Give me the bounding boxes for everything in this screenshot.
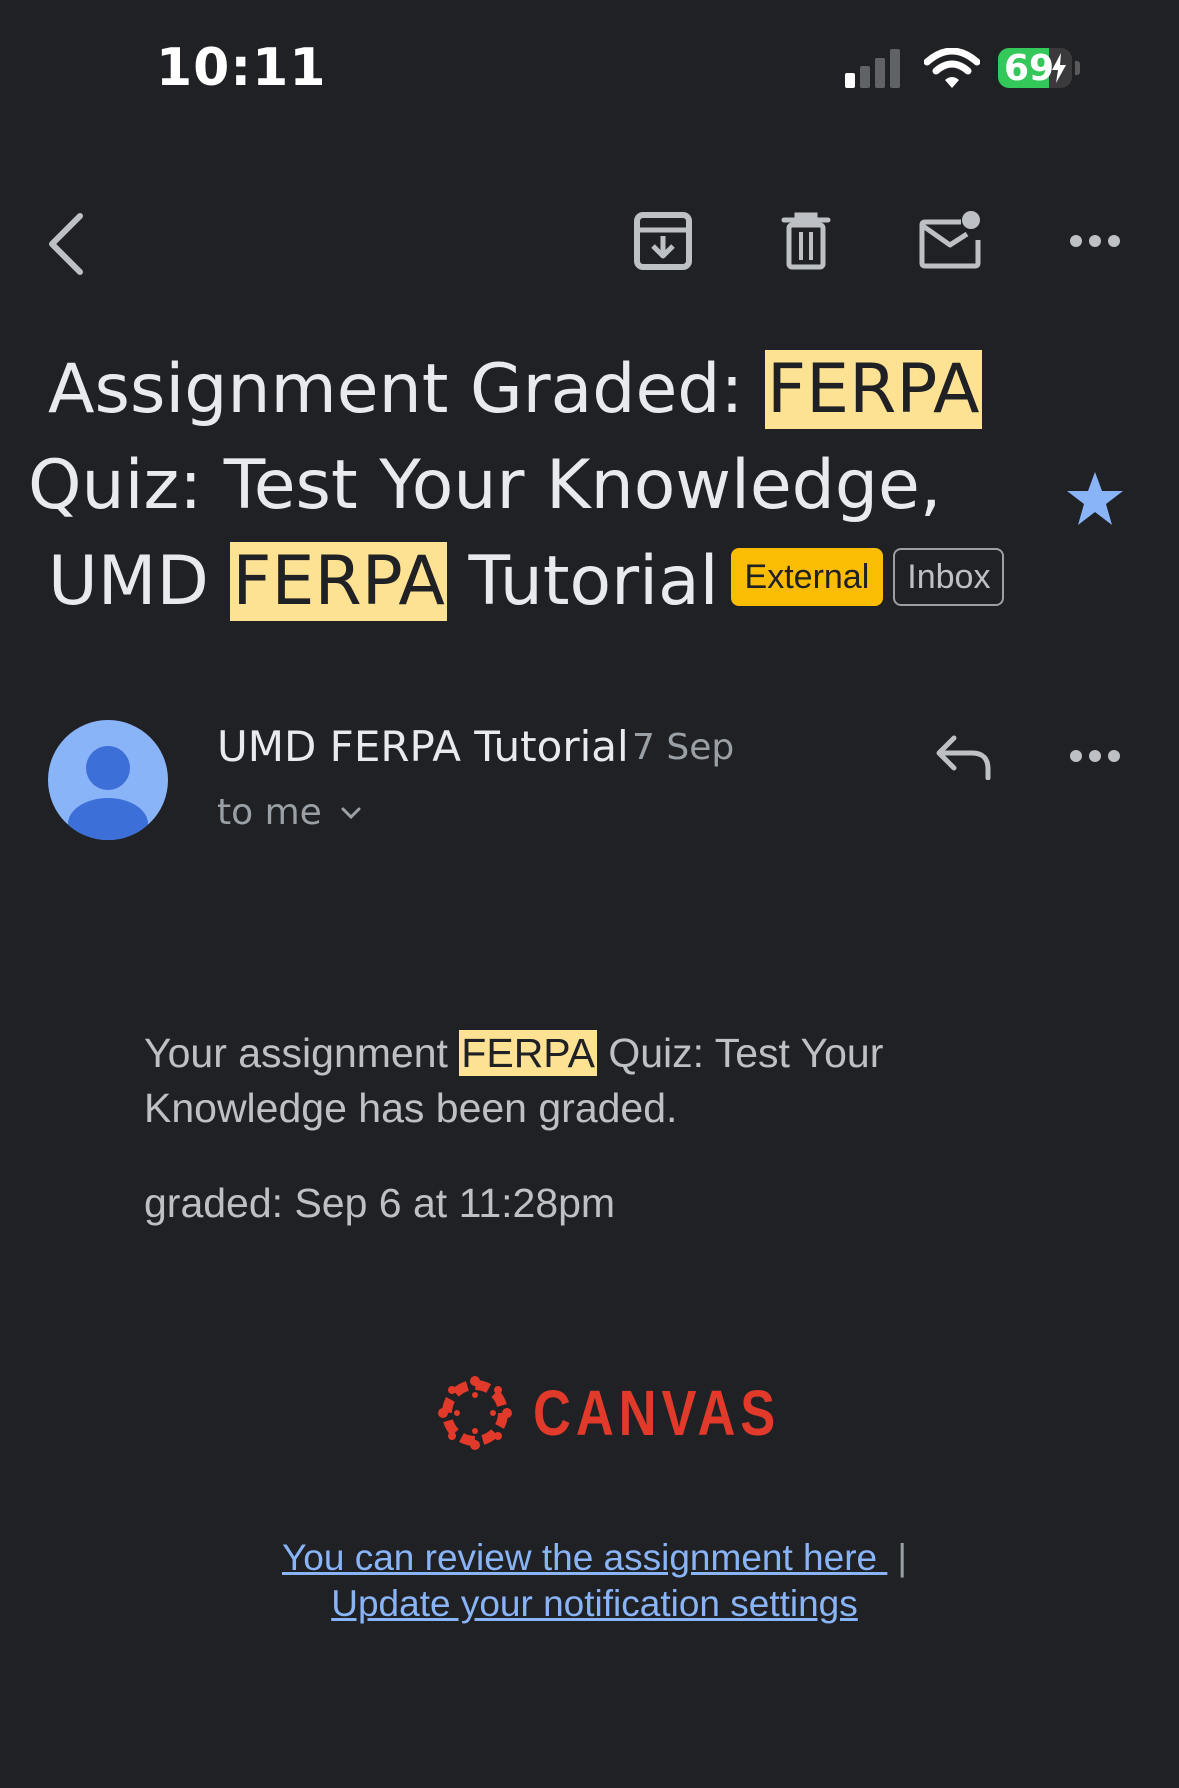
- message-more-icon[interactable]: [1070, 749, 1120, 763]
- external-label[interactable]: External: [730, 548, 884, 607]
- subject-text: Quiz: Test Your Knowledge,: [28, 446, 942, 525]
- email-body-text: Your assignment FERPA Quiz: Test Your Kn…: [144, 1026, 1044, 1136]
- notification-settings-link[interactable]: Update your notification settings: [331, 1583, 858, 1624]
- delete-icon[interactable]: [781, 212, 831, 270]
- subject-text: UMD: [48, 542, 231, 621]
- avatar[interactable]: [48, 720, 168, 840]
- inbox-label[interactable]: Inbox: [893, 548, 1005, 607]
- sent-date: 7 Sep: [632, 727, 735, 768]
- cellular-signal-icon: [845, 49, 900, 88]
- link-separator: |: [897, 1537, 907, 1578]
- body-text: Your assignment: [144, 1030, 460, 1076]
- subject-search-highlight: FERPA: [765, 350, 982, 429]
- sender-name[interactable]: UMD FERPA Tutorial: [217, 722, 629, 771]
- canvas-logo-icon: [438, 1376, 512, 1450]
- subject-text: Tutorial: [446, 542, 719, 621]
- subject-search-highlight: FERPA: [230, 542, 447, 621]
- canvas-logo-text: CANVAS: [533, 1377, 781, 1449]
- archive-icon[interactable]: [634, 212, 692, 270]
- more-icon[interactable]: [1070, 234, 1120, 248]
- graded-timestamp: graded: Sep 6 at 11:28pm: [144, 1180, 616, 1226]
- wifi-icon: [924, 48, 980, 88]
- email-subject: Assignment Graded: FERPA Quiz: Test Your…: [28, 342, 1068, 630]
- footer-links: You can review the assignment here | Upd…: [0, 1535, 1179, 1627]
- review-assignment-link[interactable]: You can review the assignment here: [282, 1537, 887, 1578]
- battery-indicator: 69: [998, 48, 1072, 88]
- battery-nub: [1075, 61, 1080, 75]
- canvas-logo: CANVAS: [437, 1373, 835, 1453]
- chevron-down-icon: [341, 807, 361, 819]
- mark-unread-icon[interactable]: [919, 210, 983, 270]
- battery-level: 69: [1004, 48, 1055, 89]
- charging-bolt-icon: [1052, 53, 1066, 83]
- star-icon[interactable]: [1065, 470, 1125, 528]
- reply-icon[interactable]: [934, 734, 992, 780]
- recipient-details-toggle[interactable]: to me: [217, 792, 362, 833]
- recipient-text: to me: [217, 792, 322, 833]
- person-icon: [68, 746, 148, 840]
- subject-text: Assignment Graded:: [48, 350, 765, 429]
- status-time: 10:11: [156, 38, 327, 98]
- body-search-highlight: FERPA: [459, 1030, 597, 1076]
- back-icon[interactable]: [44, 212, 88, 276]
